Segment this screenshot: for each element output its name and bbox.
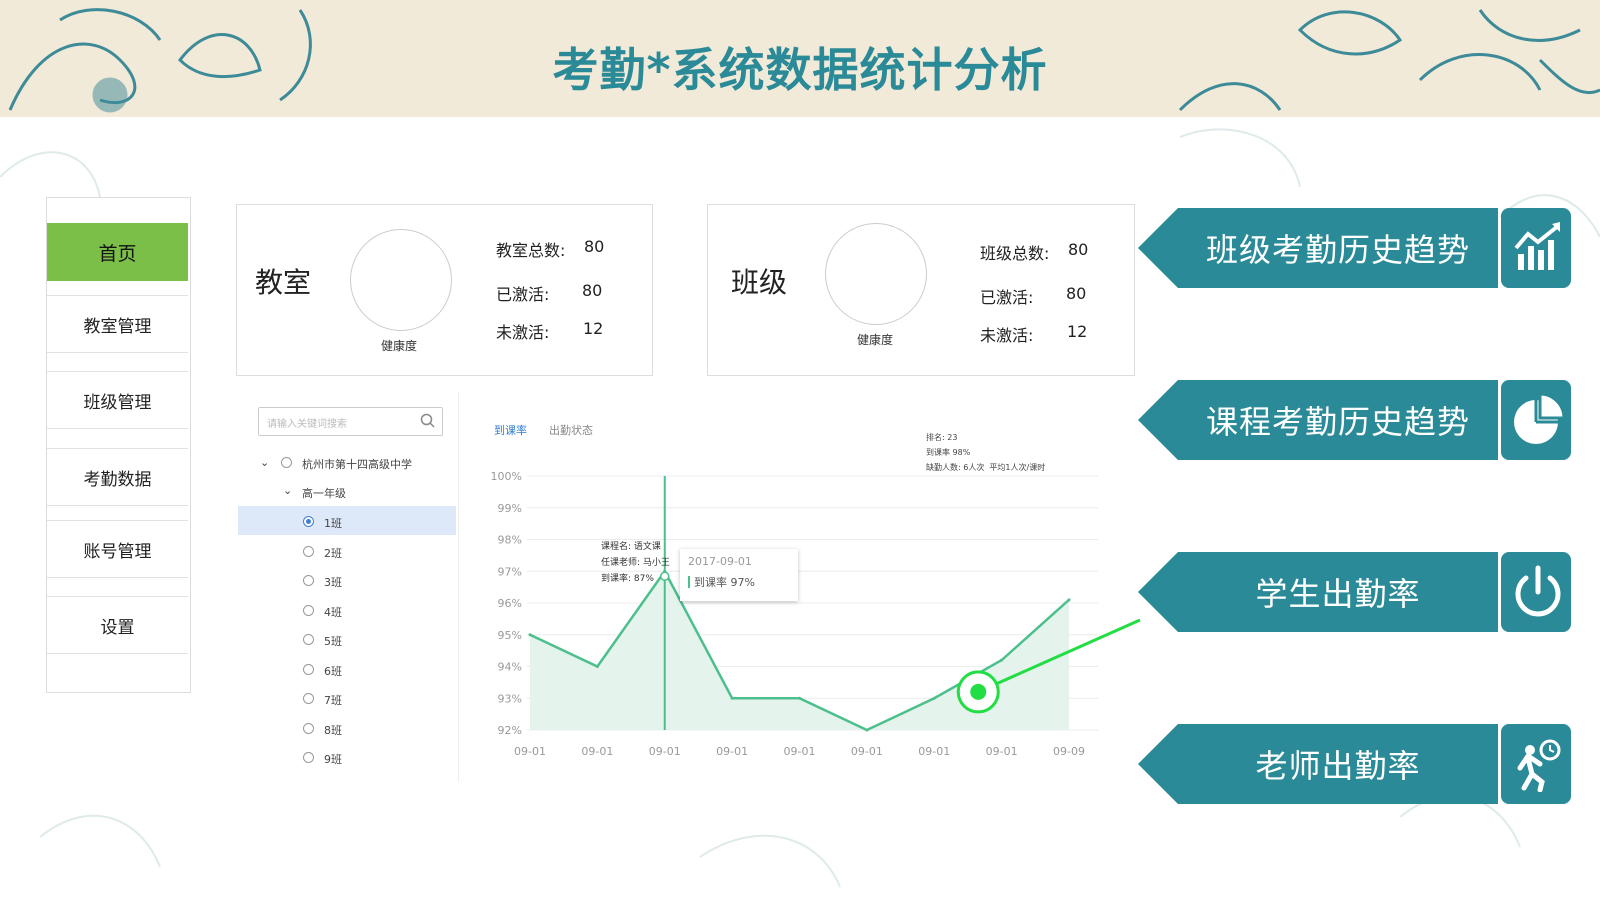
tree-class-item[interactable]: 1班 (324, 515, 342, 531)
sidebar-item-classroom[interactable]: 教室管理 (47, 295, 188, 353)
class-radio[interactable] (303, 575, 314, 586)
selected-row-highlight (238, 506, 456, 535)
bar-chart-trend-icon (1514, 222, 1560, 270)
tooltip-rate: 到课率: 87% (601, 574, 654, 584)
sidebar-item-label: 教室管理 (83, 316, 152, 337)
tooltip-course-info: 课程名: 语文课 任课老师: 马小王 到课率: 87% (601, 539, 670, 587)
ribbon-2[interactable]: 课程考勤历史趋势 (1138, 380, 1578, 460)
sidebar-item-account[interactable]: 账号管理 (47, 520, 188, 578)
class-card: 班级 健康度 班级总数: 80 已激活: 80 未激活: 12 (707, 204, 1135, 376)
class-radio[interactable] (303, 545, 314, 557)
tooltip-series-value: 到课率 97% (694, 576, 755, 589)
page-title: 考勤*系统数据统计分析 (552, 43, 1048, 97)
active-value: 80 (582, 281, 603, 300)
tree-grade[interactable]: 高一年级 (302, 485, 346, 501)
class-radio[interactable] (303, 663, 314, 675)
class-radio[interactable] (303, 516, 314, 527)
total-label: 班级总数: (980, 244, 1050, 263)
class-radio[interactable] (303, 752, 314, 763)
active-label: 已激活: (496, 285, 550, 304)
ribbon-label: 学生出勤率 (1255, 575, 1421, 613)
tab-attendance-rate[interactable]: 到课率 (494, 422, 527, 438)
sidebar-item-label: 考勤数据 (83, 469, 152, 490)
tree-class-item[interactable]: 2班 (324, 545, 342, 561)
active-value: 80 (1066, 284, 1087, 303)
class-tree: 请输入关键词搜索 (238, 392, 459, 782)
tree-class-item[interactable]: 8班 (324, 722, 342, 738)
class-radio[interactable] (303, 604, 314, 616)
sidebar-item-label: 首页 (98, 242, 137, 265)
info-rank: 排名: 23 (926, 433, 958, 442)
series-marker (688, 576, 690, 588)
class-radio[interactable] (303, 693, 314, 704)
tree-class-item[interactable]: 3班 (324, 574, 342, 590)
expand-chevron-icon[interactable]: ⌄ (260, 456, 269, 469)
tree-class-item[interactable]: 9班 (324, 751, 342, 767)
info-absent: 缺勤人数: 6人次 (926, 463, 985, 472)
power-icon (1515, 565, 1561, 617)
card-title: 教室 (255, 266, 312, 299)
sidebar: 首页 教室管理 班级管理 考勤数据 账号管理 设置 (46, 197, 191, 693)
running-clock-icon (1517, 739, 1561, 792)
tree-class-item[interactable]: 6班 (324, 663, 342, 679)
inactive-value: 12 (583, 319, 604, 338)
inactive-value: 12 (1067, 322, 1088, 341)
info-avg: 平均1人次/课时 (989, 463, 1046, 472)
class-radio[interactable] (303, 722, 314, 734)
health-gauge (350, 229, 452, 331)
total-value: 80 (584, 237, 605, 256)
header-banner: 考勤*系统数据统计分析 (0, 0, 1600, 117)
tree-class-item[interactable]: 5班 (324, 633, 342, 649)
ribbon-label: 课程考勤历史趋势 (1205, 403, 1470, 441)
expand-chevron-icon[interactable]: ⌄ (283, 484, 292, 497)
tree-class-item[interactable]: 4班 (324, 604, 342, 620)
sidebar-item-home[interactable]: 首页 (47, 223, 188, 281)
total-value: 80 (1068, 240, 1089, 259)
info-absent-line: 缺勤人数: 6人次 平均1人次/课时 (926, 460, 1045, 475)
tab-attendance-status[interactable]: 出勤状态 (549, 422, 593, 438)
tooltip-card: 2017-09-01 到课率 97% (680, 549, 798, 601)
classroom-card: 教室 健康度 教室总数: 80 已激活: 80 未激活: 12 (236, 204, 653, 376)
tree-class-item[interactable]: 7班 (324, 692, 342, 708)
health-gauge (825, 223, 927, 325)
class-radio[interactable] (303, 634, 314, 645)
pie-chart-icon (1514, 392, 1566, 444)
tooltip-teacher: 任课老师: 马小王 (601, 558, 670, 568)
total-label: 教室总数: (496, 241, 566, 260)
sidebar-item-label: 班级管理 (83, 392, 152, 413)
health-label: 健康度 (381, 339, 418, 353)
inactive-label: 未激活: (980, 326, 1034, 345)
info-box: 排名: 23 到课率 98% 缺勤人数: 6人次 平均1人次/课时 (926, 430, 1045, 475)
sidebar-item-label: 账号管理 (83, 541, 152, 562)
card-title: 班级 (731, 266, 788, 299)
search-placeholder: 请输入关键词搜索 (267, 419, 347, 430)
sidebar-item-attendance[interactable]: 考勤数据 (47, 448, 188, 506)
search-input[interactable]: 请输入关键词搜索 (258, 407, 443, 436)
ribbon-1[interactable]: 班级考勤历史趋势 (1138, 208, 1578, 288)
sidebar-item-settings[interactable]: 设置 (47, 596, 188, 654)
ribbon-3[interactable]: 学生出勤率 (1138, 552, 1578, 632)
ribbon-4[interactable]: 老师出勤率 (1138, 724, 1578, 804)
tree-radio[interactable] (281, 457, 292, 468)
ribbon-label: 老师出勤率 (1255, 747, 1421, 785)
search-icon[interactable] (420, 413, 436, 429)
inactive-label: 未激活: (496, 323, 550, 342)
tooltip-course: 课程名: 语文课 (601, 542, 661, 552)
tree-school[interactable]: 杭州市第十四高级中学 (302, 456, 412, 472)
sidebar-item-label: 设置 (100, 617, 135, 638)
sidebar-item-class[interactable]: 班级管理 (47, 371, 188, 429)
active-label: 已激活: (980, 288, 1034, 307)
tooltip-date: 2017-09-01 (688, 555, 752, 568)
info-rate: 到课率 98% (926, 448, 971, 457)
ribbon-label: 班级考勤历史趋势 (1205, 231, 1470, 269)
health-label: 健康度 (857, 333, 894, 347)
